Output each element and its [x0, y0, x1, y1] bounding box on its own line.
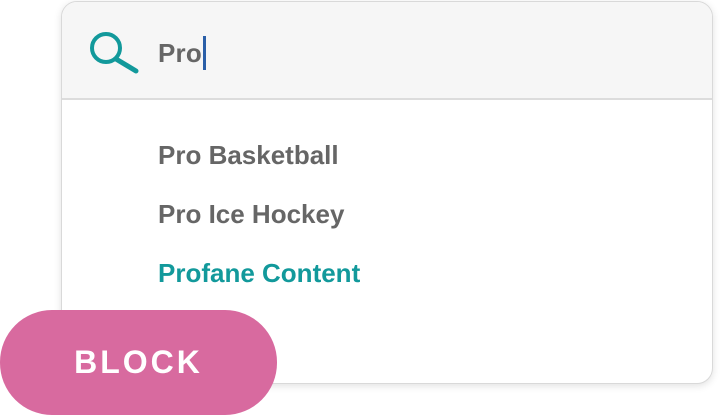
- search-input[interactable]: Pro: [158, 28, 206, 78]
- search-icon: [90, 32, 139, 74]
- search-input-value: Pro: [158, 37, 202, 68]
- suggestion-item-profane-content[interactable]: Profane Content: [158, 250, 360, 309]
- suggestion-list: Pro Basketball Pro Ice Hockey Profane Co…: [158, 132, 360, 309]
- stage: Pro Pro Basketball Pro Ice Hockey Profan…: [0, 0, 724, 416]
- search-bar[interactable]: Pro: [62, 2, 712, 100]
- suggestion-item-pro-ice-hockey[interactable]: Pro Ice Hockey: [158, 191, 360, 250]
- suggestion-item-pro-basketball[interactable]: Pro Basketball: [158, 132, 360, 191]
- block-button[interactable]: BLOCK: [0, 310, 277, 415]
- text-caret: [202, 36, 206, 70]
